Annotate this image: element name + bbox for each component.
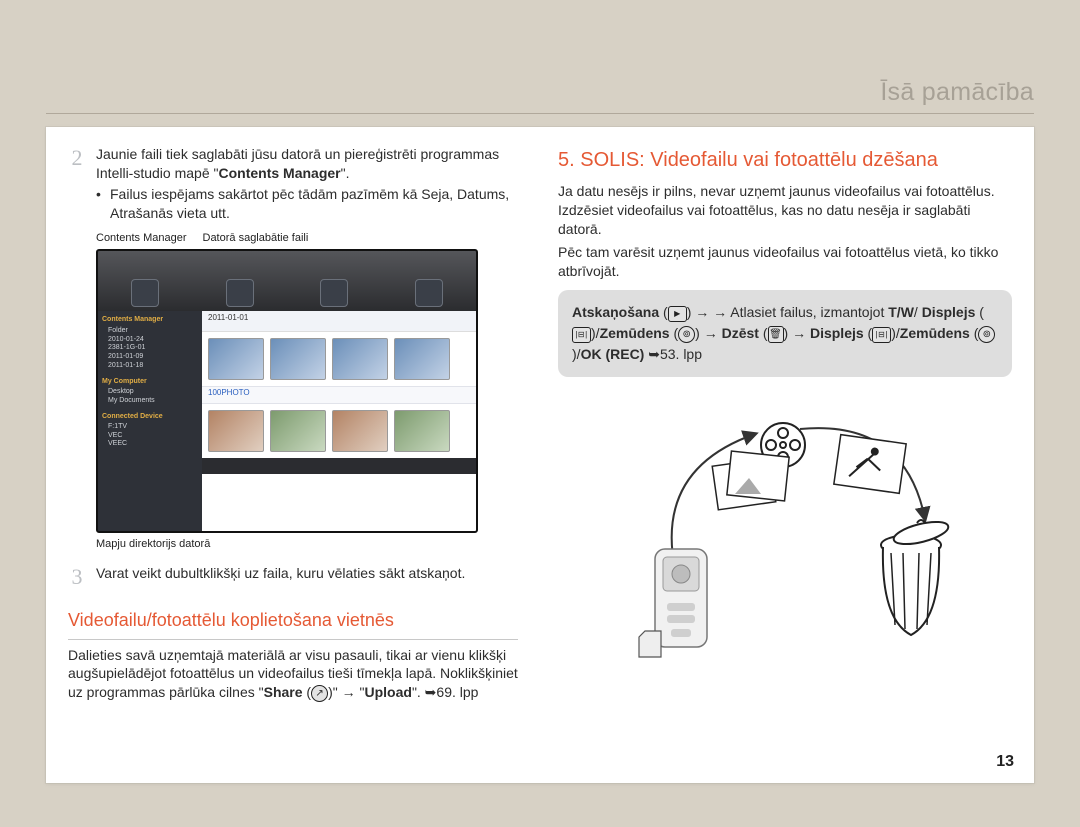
fig-label-left: Contents Manager bbox=[96, 231, 187, 246]
step-2: 2 Jaunie faili tiek saglabāti jūsu dator… bbox=[68, 145, 518, 223]
step3-text: Varat veikt dubultklikšķi uz faila, kuru… bbox=[96, 564, 518, 583]
sharing-subheading: Videofailu/fotoattēlu koplietošana vietn… bbox=[68, 608, 518, 639]
display-icon bbox=[572, 327, 591, 343]
side1-title: Contents Manager bbox=[102, 315, 198, 324]
display-icon bbox=[872, 327, 891, 343]
page-number: 13 bbox=[996, 753, 1014, 771]
intelli-studio-screenshot: Contents Manager Folder 2010-01-24 2381-… bbox=[96, 249, 478, 533]
right-column: 5. SOLIS: Videofailu vai fotoattēlu dzēš… bbox=[540, 127, 1034, 783]
page-header: Īsā pamācība bbox=[46, 78, 1034, 114]
screenshot-sidebar: Contents Manager Folder 2010-01-24 2381-… bbox=[98, 311, 202, 531]
fig-label-right: Datorā saglabātie faili bbox=[203, 231, 309, 246]
step5-p2: Pēc tam varēsit uzņemt jaunus videofailu… bbox=[558, 243, 1012, 281]
step5-p1: Ja datu nesējs ir pilns, nevar uzņemt ja… bbox=[558, 182, 1012, 239]
figure-caption: Mapju direktorijs datorā bbox=[96, 537, 518, 552]
screenshot-main: 2011-01-01 100PHOTO bbox=[202, 311, 476, 531]
trash-icon bbox=[768, 326, 784, 343]
step2-bullet: Failus iespējams sakārtot pēc tādām pazī… bbox=[96, 185, 518, 223]
share-icon bbox=[311, 685, 328, 702]
sharing-paragraph: Dalieties savā uzņemtajā materiālā ar vi… bbox=[68, 646, 518, 703]
figure-block: Contents Manager Datorā saglabātie faili… bbox=[68, 231, 518, 553]
underwater-icon bbox=[678, 326, 695, 343]
left-column: 2 Jaunie faili tiek saglabāti jūsu dator… bbox=[46, 127, 540, 783]
step-3: 3 Varat veikt dubultklikšķi uz faila, ku… bbox=[68, 564, 518, 588]
header-title: Īsā pamācība bbox=[880, 78, 1034, 107]
screenshot-sub-header: 100PHOTO bbox=[202, 386, 476, 404]
step-number: 2 bbox=[68, 147, 86, 169]
manual-page: 2 Jaunie faili tiek saglabāti jūsu dator… bbox=[46, 127, 1034, 783]
figure-labels: Contents Manager Datorā saglabātie faili bbox=[96, 231, 518, 246]
step-body: Jaunie faili tiek saglabāti jūsu datorā … bbox=[96, 145, 518, 223]
step2-text-b: ". bbox=[341, 165, 350, 181]
screenshot-toolbar bbox=[98, 251, 476, 311]
side2-title: My Computer bbox=[102, 377, 198, 386]
screenshot-main-header: 2011-01-01 bbox=[202, 311, 476, 332]
play-icon bbox=[668, 306, 687, 322]
step2-bold: Contents Manager bbox=[218, 165, 340, 181]
procedure-infobox: Atskaņošana () → → Atlasiet failus, izma… bbox=[558, 290, 1012, 377]
step-number: 3 bbox=[68, 566, 86, 588]
delete-illustration bbox=[558, 399, 1012, 659]
side3-title: Connected Device bbox=[102, 412, 198, 421]
illustration-svg bbox=[605, 399, 965, 659]
underwater-icon bbox=[978, 326, 995, 343]
step5-heading: 5. SOLIS: Videofailu vai fotoattēlu dzēš… bbox=[558, 147, 1012, 174]
